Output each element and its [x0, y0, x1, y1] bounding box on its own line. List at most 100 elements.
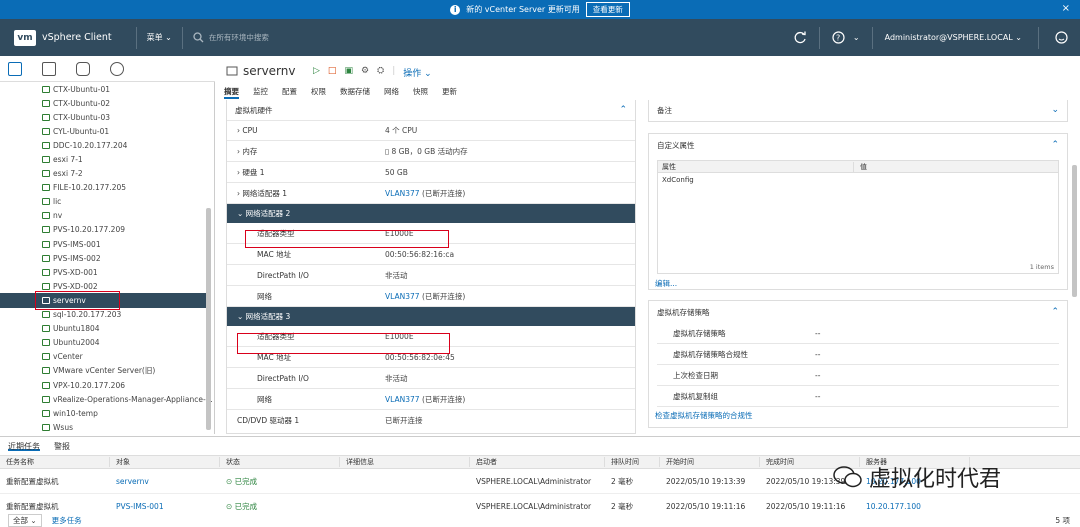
tree-item[interactable]: Ubuntu1804	[0, 322, 214, 336]
table-cell: 2 毫秒	[605, 501, 660, 512]
tab-configure[interactable]: 配置	[282, 86, 297, 99]
disk-label[interactable]: › 硬盘 1	[227, 167, 385, 178]
user-menu[interactable]: Administrator@VSPHERE.LOCAL ⌄	[885, 33, 1022, 42]
table-cell: 2 毫秒	[605, 476, 660, 487]
cell-text: 2022/05/10 19:13:39	[666, 476, 746, 486]
tree-item[interactable]: PVS-XD-001	[0, 265, 214, 279]
tree-item[interactable]: VMware vCenter Server(旧)	[0, 364, 214, 378]
table-cell[interactable]: servernv	[110, 477, 220, 486]
power-off-icon[interactable]: □	[328, 66, 337, 79]
vm-icon	[42, 268, 50, 276]
nic2-network-status: (已断开连接)	[421, 291, 466, 301]
value-col-header[interactable]: 值	[854, 162, 867, 172]
menu-dropdown[interactable]: 菜单 ⌄	[147, 32, 172, 43]
tab-networks[interactable]: 网络	[384, 86, 399, 99]
search-input[interactable]: 在所有环境中搜索	[193, 32, 269, 43]
cdrom-label[interactable]: CD/DVD 驱动器 1	[227, 415, 385, 426]
tree-item[interactable]: FILE-10.20.177.205	[0, 181, 214, 195]
collapse-icon[interactable]: ⌃	[1051, 307, 1059, 317]
tab-updates[interactable]: 更新	[442, 86, 457, 99]
cpu-value: 4 个 CPU	[385, 126, 418, 135]
column-header[interactable]: 启动者	[470, 457, 605, 467]
notes-title: 备注	[657, 105, 672, 115]
tab-alarms[interactable]: 警报	[54, 441, 70, 451]
expand-icon[interactable]: ⌄	[1051, 105, 1059, 115]
tree-scrollbar[interactable]	[206, 208, 211, 430]
disk-value: 50 GB	[385, 167, 408, 177]
right-scrollbar[interactable]	[1072, 165, 1077, 297]
attribute-col-header[interactable]: 属性	[658, 161, 854, 172]
tab-snapshots[interactable]: 快照	[413, 86, 428, 99]
tree-item[interactable]: CYL-Ubuntu-01	[0, 124, 214, 138]
smiley-icon[interactable]	[1055, 31, 1068, 44]
vm-icon	[42, 339, 50, 347]
power-on-icon[interactable]: ▷	[313, 66, 320, 79]
actions-menu[interactable]: 操作 ⌄	[403, 66, 431, 79]
tree-item[interactable]: vRealize-Operations-Manager-Appliance-..…	[0, 392, 214, 406]
column-header[interactable]: 状态	[220, 457, 340, 467]
nic2-header[interactable]: ⌄ 网络适配器 2	[227, 204, 635, 223]
migrate-icon[interactable]: ⚙	[361, 66, 369, 79]
table-cell: 重新配置虚拟机	[0, 476, 110, 487]
tab-recent-tasks[interactable]: 近期任务	[8, 441, 40, 451]
highlight-box	[237, 333, 450, 354]
tree-item[interactable]: nv	[0, 209, 214, 223]
edit-attributes-link[interactable]: 编辑...	[649, 274, 1067, 293]
storage-icon[interactable]	[76, 61, 90, 76]
nic1-label[interactable]: › 网络适配器 1	[227, 188, 385, 199]
snapshot-icon[interactable]: ⛭	[377, 66, 384, 79]
tree-item[interactable]: vCenter	[0, 350, 214, 364]
column-header[interactable]: 排队时间	[605, 457, 660, 467]
tree-item[interactable]: DDC-10.20.177.204	[0, 138, 214, 152]
help-icon[interactable]: ?	[832, 31, 845, 44]
tree-item[interactable]: lic	[0, 195, 214, 209]
nic2-network-label: 网络	[257, 291, 272, 301]
column-header[interactable]: 详细信息	[340, 457, 470, 467]
hosts-clusters-icon[interactable]	[8, 61, 22, 76]
memory-label[interactable]: › 内存	[227, 146, 385, 157]
tree-item[interactable]: esxi 7-2	[0, 167, 214, 181]
column-header[interactable]: 开始时间	[660, 457, 760, 467]
nic2-network-link[interactable]: VLAN377	[385, 292, 420, 301]
cpu-label[interactable]: › CPU	[227, 126, 385, 135]
tree-item[interactable]: VPX-10.20.177.206	[0, 378, 214, 392]
close-icon[interactable]: ×	[1062, 3, 1070, 14]
vms-templates-icon[interactable]	[42, 61, 56, 76]
tree-item[interactable]: CTX-Ubuntu-03	[0, 110, 214, 124]
attribute-row[interactable]: XdConfig	[658, 173, 1058, 186]
tree-item-label: DDC-10.20.177.204	[53, 140, 128, 150]
nic3-network-link[interactable]: VLAN377	[385, 395, 420, 404]
tab-datastores[interactable]: 数据存储	[340, 86, 370, 99]
tree-item[interactable]: PVS-IMS-002	[0, 251, 214, 265]
tree-item[interactable]: CTX-Ubuntu-02	[0, 96, 214, 110]
table-cell[interactable]: PVS-IMS-001	[110, 502, 220, 511]
console-icon[interactable]: ▣	[344, 66, 353, 79]
tree-item[interactable]: PVS-IMS-001	[0, 237, 214, 251]
check-compliance-link[interactable]: 检查虚拟机存储策略的合规性	[649, 407, 1067, 424]
refresh-icon[interactable]	[794, 31, 807, 44]
more-tasks-link[interactable]: 更多任务	[52, 515, 82, 526]
nic1-network-link[interactable]: VLAN377	[385, 189, 420, 198]
tree-item[interactable]: Ubuntu2004	[0, 336, 214, 350]
table-cell[interactable]: 10.20.177.100	[860, 502, 970, 511]
tab-permissions[interactable]: 权限	[311, 86, 326, 99]
tree-item-label: CTX-Ubuntu-02	[53, 98, 110, 108]
tree-item[interactable]: win10-temp	[0, 406, 214, 420]
tree-item[interactable]: PVS-10.20.177.209	[0, 223, 214, 237]
column-header[interactable]: 任务名称	[0, 457, 110, 467]
networking-icon[interactable]	[110, 61, 124, 76]
view-updates-button[interactable]: 查看更新	[585, 2, 630, 17]
tree-item[interactable]: Wsus	[0, 420, 214, 434]
filter-select[interactable]: 全部 ⌄	[8, 513, 42, 527]
tab-monitor[interactable]: 监控	[253, 86, 268, 99]
top-navbar: vm vSphere Client 菜单 ⌄ 在所有环境中搜索 ? ⌄ Admi…	[0, 19, 1080, 56]
tree-item[interactable]: esxi 7-1	[0, 152, 214, 166]
help-chevron-icon[interactable]: ⌄	[853, 33, 860, 42]
tab-summary[interactable]: 摘要	[224, 86, 239, 99]
collapse-icon[interactable]: ⌃	[619, 105, 627, 115]
column-header[interactable]: 对象	[110, 457, 220, 467]
tree-item[interactable]: CTX-Ubuntu-01	[0, 82, 214, 96]
nic3-header[interactable]: ⌄ 网络适配器 3	[227, 307, 635, 326]
cell-text: 2 毫秒	[611, 501, 634, 511]
collapse-icon[interactable]: ⌃	[1051, 140, 1059, 150]
